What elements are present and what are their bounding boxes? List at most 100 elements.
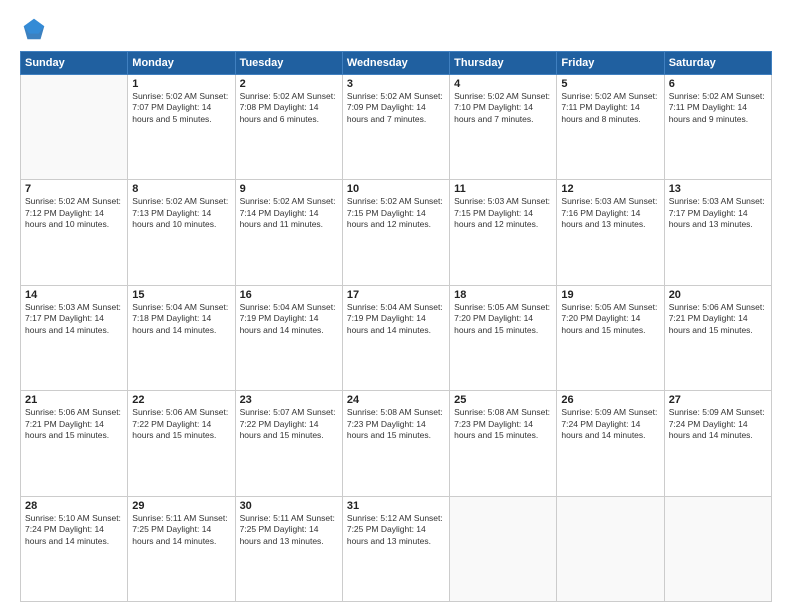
calendar-cell: 29Sunrise: 5:11 AM Sunset: 7:25 PM Dayli… [128, 496, 235, 601]
calendar-cell: 13Sunrise: 5:03 AM Sunset: 7:17 PM Dayli… [664, 180, 771, 285]
day-number: 24 [347, 394, 445, 406]
day-info: Sunrise: 5:02 AM Sunset: 7:11 PM Dayligh… [669, 91, 767, 125]
day-info: Sunrise: 5:03 AM Sunset: 7:16 PM Dayligh… [561, 196, 659, 230]
day-info: Sunrise: 5:09 AM Sunset: 7:24 PM Dayligh… [669, 407, 767, 441]
day-info: Sunrise: 5:11 AM Sunset: 7:25 PM Dayligh… [132, 513, 230, 547]
day-info: Sunrise: 5:03 AM Sunset: 7:17 PM Dayligh… [669, 196, 767, 230]
col-saturday: Saturday [664, 52, 771, 75]
logo-icon [20, 15, 48, 43]
day-number: 26 [561, 394, 659, 406]
calendar-cell: 27Sunrise: 5:09 AM Sunset: 7:24 PM Dayli… [664, 391, 771, 496]
day-info: Sunrise: 5:07 AM Sunset: 7:22 PM Dayligh… [240, 407, 338, 441]
day-number: 16 [240, 289, 338, 301]
day-info: Sunrise: 5:02 AM Sunset: 7:13 PM Dayligh… [132, 196, 230, 230]
day-number: 4 [454, 78, 552, 90]
day-number: 31 [347, 500, 445, 512]
day-info: Sunrise: 5:02 AM Sunset: 7:09 PM Dayligh… [347, 91, 445, 125]
calendar-cell: 30Sunrise: 5:11 AM Sunset: 7:25 PM Dayli… [235, 496, 342, 601]
calendar-cell: 10Sunrise: 5:02 AM Sunset: 7:15 PM Dayli… [342, 180, 449, 285]
calendar-cell [450, 496, 557, 601]
day-number: 30 [240, 500, 338, 512]
day-info: Sunrise: 5:12 AM Sunset: 7:25 PM Dayligh… [347, 513, 445, 547]
day-number: 20 [669, 289, 767, 301]
calendar-cell: 4Sunrise: 5:02 AM Sunset: 7:10 PM Daylig… [450, 75, 557, 180]
calendar-cell: 24Sunrise: 5:08 AM Sunset: 7:23 PM Dayli… [342, 391, 449, 496]
calendar-cell: 16Sunrise: 5:04 AM Sunset: 7:19 PM Dayli… [235, 285, 342, 390]
day-number: 1 [132, 78, 230, 90]
calendar-table: Sunday Monday Tuesday Wednesday Thursday… [20, 51, 772, 602]
calendar-cell: 28Sunrise: 5:10 AM Sunset: 7:24 PM Dayli… [21, 496, 128, 601]
calendar-cell: 17Sunrise: 5:04 AM Sunset: 7:19 PM Dayli… [342, 285, 449, 390]
day-info: Sunrise: 5:06 AM Sunset: 7:22 PM Dayligh… [132, 407, 230, 441]
day-info: Sunrise: 5:03 AM Sunset: 7:17 PM Dayligh… [25, 302, 123, 336]
calendar-cell: 1Sunrise: 5:02 AM Sunset: 7:07 PM Daylig… [128, 75, 235, 180]
day-number: 8 [132, 183, 230, 195]
calendar-cell: 9Sunrise: 5:02 AM Sunset: 7:14 PM Daylig… [235, 180, 342, 285]
day-info: Sunrise: 5:05 AM Sunset: 7:20 PM Dayligh… [561, 302, 659, 336]
calendar-cell: 26Sunrise: 5:09 AM Sunset: 7:24 PM Dayli… [557, 391, 664, 496]
calendar-cell: 5Sunrise: 5:02 AM Sunset: 7:11 PM Daylig… [557, 75, 664, 180]
calendar-cell: 23Sunrise: 5:07 AM Sunset: 7:22 PM Dayli… [235, 391, 342, 496]
day-info: Sunrise: 5:10 AM Sunset: 7:24 PM Dayligh… [25, 513, 123, 547]
week-row-2: 7Sunrise: 5:02 AM Sunset: 7:12 PM Daylig… [21, 180, 772, 285]
day-number: 22 [132, 394, 230, 406]
day-number: 23 [240, 394, 338, 406]
week-row-3: 14Sunrise: 5:03 AM Sunset: 7:17 PM Dayli… [21, 285, 772, 390]
day-number: 3 [347, 78, 445, 90]
calendar-cell: 25Sunrise: 5:08 AM Sunset: 7:23 PM Dayli… [450, 391, 557, 496]
day-info: Sunrise: 5:02 AM Sunset: 7:10 PM Dayligh… [454, 91, 552, 125]
day-info: Sunrise: 5:08 AM Sunset: 7:23 PM Dayligh… [347, 407, 445, 441]
day-info: Sunrise: 5:02 AM Sunset: 7:11 PM Dayligh… [561, 91, 659, 125]
day-info: Sunrise: 5:04 AM Sunset: 7:19 PM Dayligh… [240, 302, 338, 336]
day-info: Sunrise: 5:03 AM Sunset: 7:15 PM Dayligh… [454, 196, 552, 230]
col-friday: Friday [557, 52, 664, 75]
day-info: Sunrise: 5:09 AM Sunset: 7:24 PM Dayligh… [561, 407, 659, 441]
calendar-cell [21, 75, 128, 180]
day-info: Sunrise: 5:04 AM Sunset: 7:18 PM Dayligh… [132, 302, 230, 336]
col-sunday: Sunday [21, 52, 128, 75]
calendar-cell: 2Sunrise: 5:02 AM Sunset: 7:08 PM Daylig… [235, 75, 342, 180]
page: Sunday Monday Tuesday Wednesday Thursday… [0, 0, 792, 612]
day-info: Sunrise: 5:06 AM Sunset: 7:21 PM Dayligh… [669, 302, 767, 336]
day-info: Sunrise: 5:02 AM Sunset: 7:12 PM Dayligh… [25, 196, 123, 230]
day-number: 19 [561, 289, 659, 301]
day-info: Sunrise: 5:08 AM Sunset: 7:23 PM Dayligh… [454, 407, 552, 441]
calendar-cell [557, 496, 664, 601]
day-number: 6 [669, 78, 767, 90]
calendar-cell [664, 496, 771, 601]
calendar-cell: 7Sunrise: 5:02 AM Sunset: 7:12 PM Daylig… [21, 180, 128, 285]
week-row-4: 21Sunrise: 5:06 AM Sunset: 7:21 PM Dayli… [21, 391, 772, 496]
day-number: 12 [561, 183, 659, 195]
day-info: Sunrise: 5:06 AM Sunset: 7:21 PM Dayligh… [25, 407, 123, 441]
day-info: Sunrise: 5:04 AM Sunset: 7:19 PM Dayligh… [347, 302, 445, 336]
day-info: Sunrise: 5:02 AM Sunset: 7:07 PM Dayligh… [132, 91, 230, 125]
day-number: 28 [25, 500, 123, 512]
day-info: Sunrise: 5:05 AM Sunset: 7:20 PM Dayligh… [454, 302, 552, 336]
calendar-cell: 19Sunrise: 5:05 AM Sunset: 7:20 PM Dayli… [557, 285, 664, 390]
day-number: 18 [454, 289, 552, 301]
col-wednesday: Wednesday [342, 52, 449, 75]
calendar-cell: 14Sunrise: 5:03 AM Sunset: 7:17 PM Dayli… [21, 285, 128, 390]
calendar-cell: 18Sunrise: 5:05 AM Sunset: 7:20 PM Dayli… [450, 285, 557, 390]
calendar-cell: 21Sunrise: 5:06 AM Sunset: 7:21 PM Dayli… [21, 391, 128, 496]
col-tuesday: Tuesday [235, 52, 342, 75]
calendar-cell: 12Sunrise: 5:03 AM Sunset: 7:16 PM Dayli… [557, 180, 664, 285]
day-number: 25 [454, 394, 552, 406]
week-row-5: 28Sunrise: 5:10 AM Sunset: 7:24 PM Dayli… [21, 496, 772, 601]
day-number: 17 [347, 289, 445, 301]
day-number: 13 [669, 183, 767, 195]
calendar-header-row: Sunday Monday Tuesday Wednesday Thursday… [21, 52, 772, 75]
day-info: Sunrise: 5:02 AM Sunset: 7:08 PM Dayligh… [240, 91, 338, 125]
week-row-1: 1Sunrise: 5:02 AM Sunset: 7:07 PM Daylig… [21, 75, 772, 180]
day-number: 10 [347, 183, 445, 195]
col-thursday: Thursday [450, 52, 557, 75]
calendar-cell: 8Sunrise: 5:02 AM Sunset: 7:13 PM Daylig… [128, 180, 235, 285]
header [20, 15, 772, 43]
day-number: 11 [454, 183, 552, 195]
calendar-cell: 22Sunrise: 5:06 AM Sunset: 7:22 PM Dayli… [128, 391, 235, 496]
day-number: 9 [240, 183, 338, 195]
day-number: 27 [669, 394, 767, 406]
day-info: Sunrise: 5:02 AM Sunset: 7:14 PM Dayligh… [240, 196, 338, 230]
day-info: Sunrise: 5:11 AM Sunset: 7:25 PM Dayligh… [240, 513, 338, 547]
logo [20, 15, 52, 43]
